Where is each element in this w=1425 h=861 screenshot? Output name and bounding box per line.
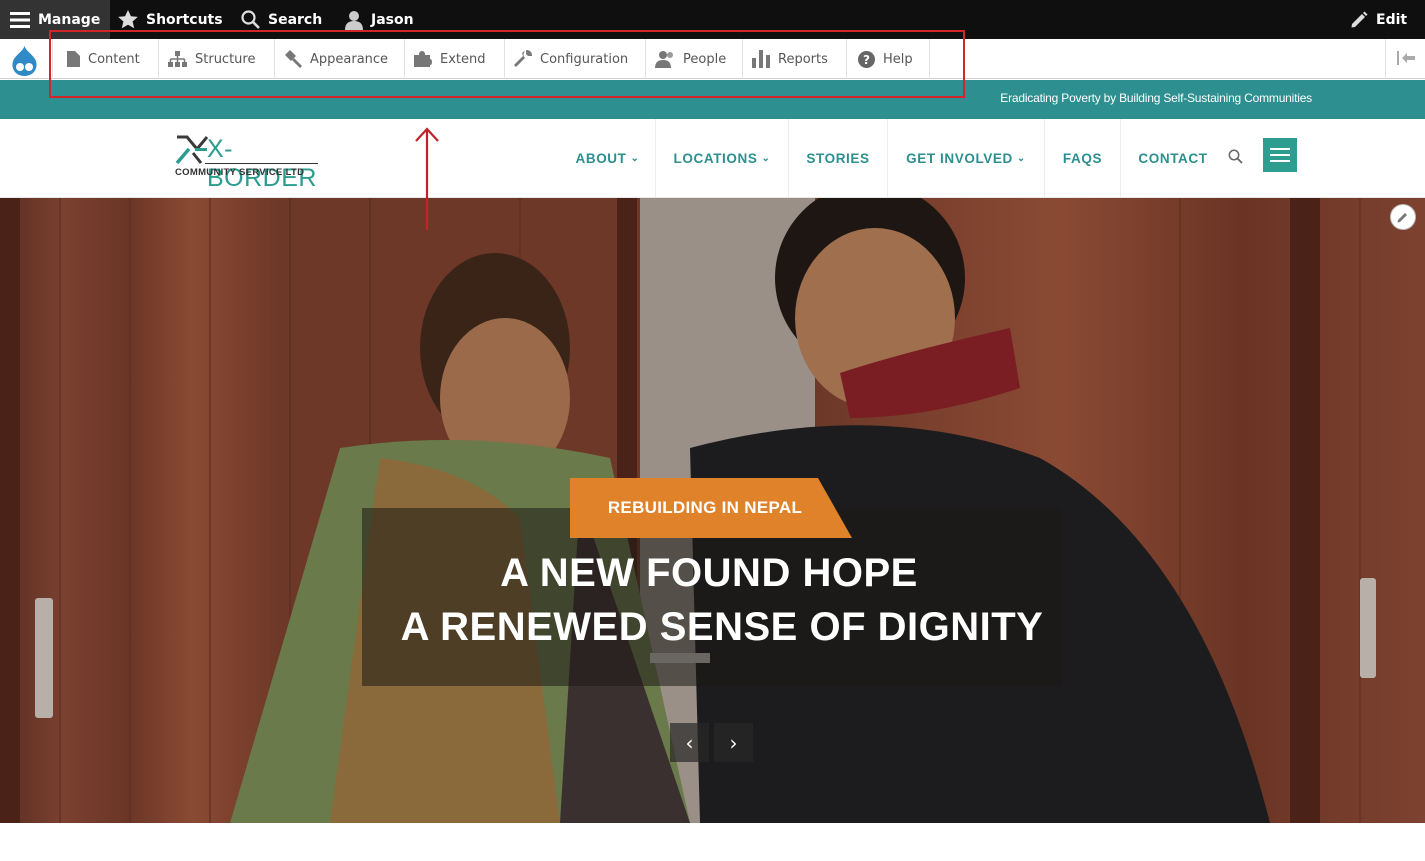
contextual-edit-button[interactable]: [1390, 204, 1416, 230]
x-logo-icon: [175, 135, 209, 165]
nav-label: ABOUT: [575, 150, 627, 166]
site-logo[interactable]: X-BORDER COMMUNITY SERVICE LTD: [175, 133, 325, 192]
search-label: Search: [268, 11, 323, 28]
mobile-menu-button[interactable]: [1263, 138, 1297, 172]
logo-name: X-BORDER: [207, 135, 317, 192]
annotation-arrow-icon: [415, 127, 439, 230]
shortcuts-label: Shortcuts: [146, 11, 223, 28]
site-header: X-BORDER COMMUNITY SERVICE LTD ABOUT ⌄ LO…: [0, 119, 1425, 198]
edit-button[interactable]: Edit: [1350, 0, 1407, 39]
nav-label: STORIES: [806, 150, 870, 166]
slider-prev-button[interactable]: ‹: [670, 723, 709, 762]
site-search-button[interactable]: [1222, 145, 1248, 171]
logo-subtitle: COMMUNITY SERVICE LTD: [175, 167, 305, 178]
user-icon: [345, 10, 363, 30]
menu-icon: [10, 11, 30, 29]
nav-label: FAQS: [1062, 150, 1103, 166]
menu-icon-bar: [1270, 148, 1290, 150]
nav-item-faqs[interactable]: FAQS: [1045, 119, 1121, 197]
menu-icon-bar: [1270, 160, 1290, 162]
menu-icon-bar: [1270, 154, 1290, 156]
collapse-left-icon: [1396, 50, 1415, 69]
chevron-down-icon: ⌄: [761, 152, 771, 164]
chevron-right-icon: ›: [729, 730, 738, 755]
manage-label: Manage: [38, 11, 101, 28]
chevron-left-icon: ‹: [685, 730, 694, 755]
nav-label: LOCATIONS: [673, 150, 758, 166]
hero-badge: REBUILDING IN NEPAL: [570, 478, 852, 538]
search-icon: [1228, 149, 1243, 168]
nav-label: GET INVOLVED: [906, 150, 1013, 166]
nav-item-about[interactable]: ABOUT ⌄: [560, 119, 656, 197]
site-tagline: Eradicating Poverty by Building Self-Sus…: [1000, 91, 1312, 105]
user-label: Jason: [371, 11, 414, 28]
hero-badge-label: REBUILDING IN NEPAL: [607, 498, 803, 517]
nav-label: CONTACT: [1138, 150, 1208, 166]
tray-collapse-button[interactable]: [1385, 39, 1425, 79]
nav-item-contact[interactable]: CONTACT: [1121, 119, 1225, 197]
chevron-down-icon: ⌄: [1016, 152, 1026, 164]
pencil-icon: [1350, 11, 1368, 29]
slider-next-button[interactable]: ›: [714, 723, 753, 762]
nav-item-locations[interactable]: LOCATIONS ⌄: [656, 119, 789, 197]
nav-item-get-involved[interactable]: GET INVOLVED ⌄: [888, 119, 1045, 197]
annotation-highlight-box: [49, 30, 965, 98]
drupal-logo-icon[interactable]: [8, 45, 41, 78]
hero-headline-line1: A NEW FOUND HOPE: [500, 551, 918, 595]
hero-headline-line2: A RENEWED SENSE OF DIGNITY: [400, 605, 1044, 649]
edit-label: Edit: [1376, 11, 1408, 28]
search-icon: [241, 10, 260, 29]
logo-divider: [205, 163, 318, 164]
star-icon: [118, 10, 138, 29]
pencil-icon: [1397, 208, 1409, 227]
chevron-down-icon: ⌄: [630, 152, 640, 164]
nav-item-stories[interactable]: STORIES: [789, 119, 888, 197]
